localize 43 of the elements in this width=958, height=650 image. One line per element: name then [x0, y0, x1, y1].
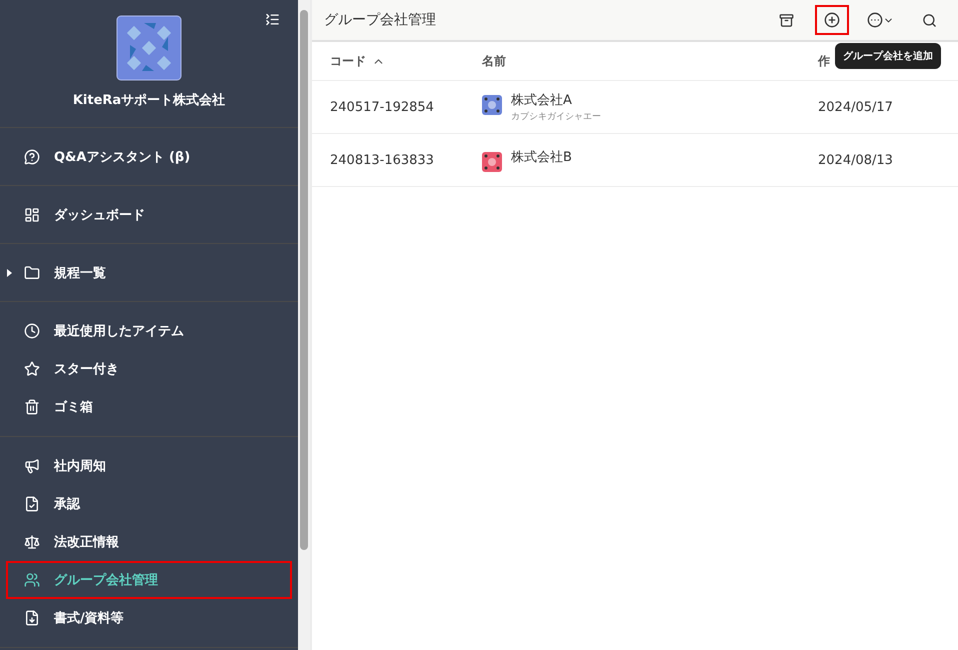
menu-icon — [24, 361, 40, 377]
column-header[interactable]: 名前 — [482, 52, 506, 70]
sidebar-item[interactable]: グループ会社管理 — [6, 561, 292, 599]
column-header[interactable]: コード — [330, 52, 366, 70]
table-cell-text: 240813-163833 — [330, 152, 435, 168]
company-name: KiteRaサポート株式会社 — [72, 92, 226, 109]
menu-icon — [24, 458, 40, 474]
menu-icon — [24, 323, 40, 339]
table-cell-text: 2024/05/17 — [818, 100, 894, 114]
sidebar-item[interactable]: 社内周知 — [0, 447, 298, 485]
archive-icon — [778, 12, 794, 28]
menu-icon — [24, 496, 40, 512]
menu-icon — [24, 399, 40, 415]
plus-circle-icon — [824, 12, 840, 28]
company-name-text: 株式会社A — [511, 92, 573, 109]
page-title: グループ会社管理 — [324, 11, 437, 29]
sidebar-item[interactable]: ダッシュボード — [0, 186, 298, 243]
more-icon — [867, 12, 883, 28]
company-logo — [116, 15, 182, 81]
sidebar-item[interactable]: 書式/資料等 — [0, 599, 298, 637]
menu-icon — [24, 264, 40, 280]
sidebar-item[interactable]: 承認 — [0, 485, 298, 523]
table-cell-text: 2024/08/13 — [818, 152, 894, 168]
sidebar-item[interactable]: 法改正情報 — [0, 523, 298, 561]
tooltip: グループ会社を追加 — [835, 43, 941, 69]
menu-icon — [24, 610, 40, 626]
sidebar-item[interactable]: スター付き — [0, 350, 298, 388]
menu-icon — [24, 206, 40, 222]
company-reading-text: カブシキガイシャエー — [511, 110, 601, 123]
table-cell-text: 240517-192854 — [330, 100, 435, 114]
scrollbar-thumb[interactable] — [300, 10, 308, 550]
sidebar-item[interactable]: 規程一覧 — [0, 244, 298, 301]
menu-icon — [24, 572, 40, 588]
sidebar-item[interactable]: ゴミ箱 — [0, 388, 298, 426]
collapse-sidebar-icon[interactable] — [265, 12, 280, 27]
column-header[interactable]: 作 — [818, 52, 830, 70]
expand-caret-icon[interactable] — [7, 268, 12, 276]
search-icon — [922, 12, 936, 28]
menu-icon — [24, 534, 40, 550]
sidebar-item[interactable]: 最近使用したアイテム — [0, 312, 298, 350]
sidebar-item[interactable]: Q&Aアシスタント (β) — [0, 128, 298, 185]
company-name-text: 株式会社B — [511, 149, 572, 166]
menu-icon — [24, 148, 40, 164]
